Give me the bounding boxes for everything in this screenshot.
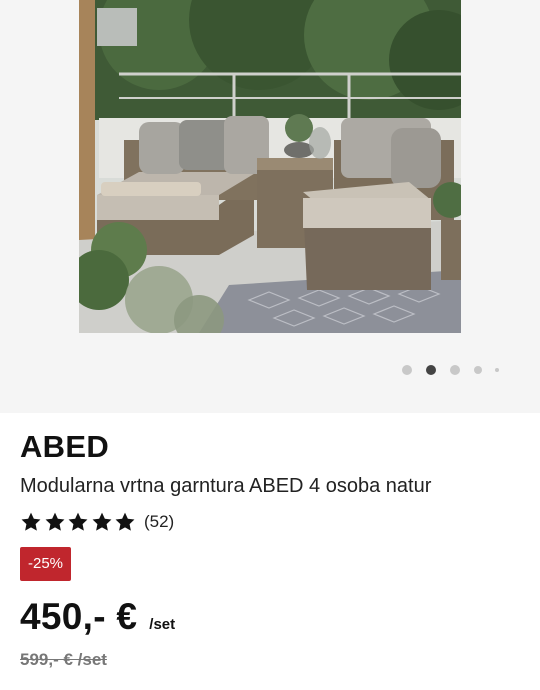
discount-badge: -25% [20,547,72,581]
product-photo[interactable] [79,0,461,333]
carousel-dot-3[interactable] [450,365,460,375]
product-brand[interactable]: ABED [20,429,109,465]
carousel-dot-2-active[interactable] [426,365,436,375]
product-image-gallery[interactable] [0,0,540,413]
product-rating[interactable]: (52) [20,510,174,534]
carousel-indicator [0,363,540,377]
carousel-dot-1[interactable] [402,365,412,375]
price-unit: /set [149,616,176,633]
product-description[interactable]: Modularna vrtna garntura ABED 4 osoba na… [20,475,431,498]
rating-count: (52) [143,512,175,531]
star-icon [92,512,112,531]
carousel-dot-5[interactable] [495,368,499,372]
star-icon [45,512,65,531]
current-price: 450,- € [20,596,138,637]
star-icon [115,512,135,531]
carousel-dot-4[interactable] [474,366,482,374]
star-icon [21,512,41,531]
old-price: 599,- € /set [20,650,107,669]
product-info: ABED Modularna vrtna garntura ABED 4 oso… [0,413,540,690]
price: 450,- € /set [20,596,175,638]
star-icon [68,512,88,531]
